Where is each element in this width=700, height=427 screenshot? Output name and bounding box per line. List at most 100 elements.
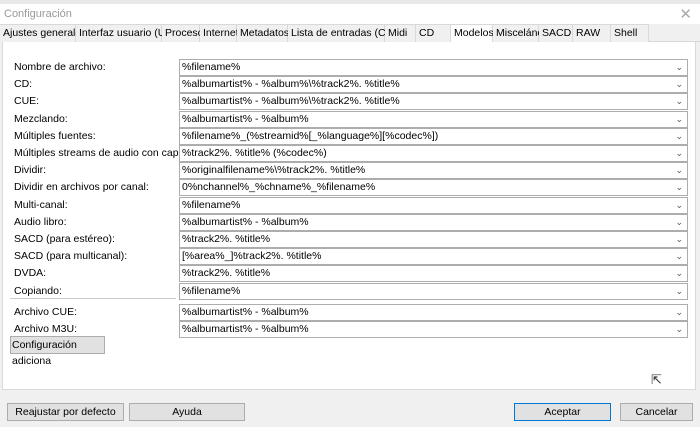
chevron-down-icon[interactable]: ⌄: [675, 284, 683, 299]
combo-value: [%area%_]%track2%. %title%: [182, 250, 322, 263]
template-combo[interactable]: %albumartist% - %album% ⌄: [179, 213, 688, 231]
template-combo[interactable]: %albumartist% - %album% ⌄: [179, 303, 688, 321]
combo-value: 0%nchannel%_%chname%_%filename%: [182, 181, 376, 194]
tab-raw[interactable]: RAW: [573, 24, 611, 42]
template-row: Archivo M3U: %albumartist% - %album% ⌄: [10, 321, 690, 338]
combo-value: %albumartist% - %album%: [182, 305, 309, 318]
template-combo[interactable]: %track2%. %title% ⌄: [179, 265, 688, 283]
close-icon[interactable]: ✕: [679, 5, 692, 23]
tab-interfaz-usuario-ui-[interactable]: Interfaz usuario (UI): [76, 24, 172, 42]
template-combo[interactable]: 0%nchannel%_%chname%_%filename% ⌄: [179, 179, 688, 197]
tab-shell[interactable]: Shell: [611, 24, 649, 42]
template-row: Audio libro: %albumartist% - %album% ⌄: [10, 213, 690, 231]
template-row: Múltiples streams de audio con capítulos…: [10, 145, 690, 162]
help-button[interactable]: Ayuda: [129, 403, 245, 421]
combo-value: %albumartist% - %album%: [182, 215, 309, 228]
reset-defaults-button[interactable]: Reajustar por defecto: [7, 403, 124, 421]
chevron-down-icon[interactable]: ⌄: [675, 77, 683, 92]
template-combo[interactable]: %filename%_(%streamid%[_%language%][%cod…: [179, 127, 688, 145]
chevron-down-icon[interactable]: ⌄: [675, 232, 683, 247]
title-bar: Configuración ✕: [0, 0, 700, 24]
field-label: CD:: [14, 78, 33, 91]
combo-value: %track2%. %title% (%codec%): [182, 147, 327, 159]
chevron-down-icon[interactable]: ⌄: [675, 266, 683, 281]
template-row: Copiando: %filename% ⌄: [10, 282, 690, 300]
tab-internet[interactable]: Internet: [200, 24, 239, 42]
template-combo[interactable]: %albumartist% - %album% ⌄: [179, 110, 688, 128]
tab-lista-de-entradas-cue-[interactable]: Lista de entradas (CUE): [288, 24, 404, 42]
field-label: SACD (para multicanal):: [14, 250, 128, 263]
combo-value: %originalfilename%\%track2%. %title%: [182, 164, 366, 177]
field-label: Multi-canal:: [14, 198, 68, 211]
cancel-button[interactable]: Cancelar: [620, 403, 693, 421]
template-row: DVDA: %track2%. %title% ⌄: [10, 265, 690, 283]
chevron-down-icon[interactable]: ⌄: [675, 249, 683, 264]
combo-value: %albumartist% - %album%\%track2%. %title…: [182, 95, 400, 108]
template-combo[interactable]: %albumartist% - %album% ⌄: [179, 321, 688, 338]
template-combo[interactable]: %albumartist% - %album%\%track2%. %title…: [179, 76, 688, 94]
tab-ajustes-generales[interactable]: Ajustes generales: [0, 24, 86, 42]
tab-cd[interactable]: CD: [416, 24, 451, 42]
tab-proceso[interactable]: Proceso: [162, 24, 204, 42]
combo-value: %albumartist% - %album%\%track2%. %title…: [182, 78, 400, 91]
combo-value: %albumartist% - %album%: [182, 323, 309, 335]
template-row: Dividir: %originalfilename%\%track2%. %ti…: [10, 162, 690, 180]
combo-value: %track2%. %title%: [182, 267, 271, 280]
tab-metadatos[interactable]: Metadatos: [237, 24, 289, 42]
template-combo[interactable]: %filename% ⌄: [179, 196, 688, 214]
tab-midi[interactable]: Midi: [385, 24, 416, 42]
combo-value: %filename%: [182, 198, 241, 211]
field-label: Archivo CUE:: [14, 305, 78, 318]
chevron-down-icon[interactable]: ⌄: [675, 180, 683, 195]
tab-modelos[interactable]: Modelos: [451, 24, 494, 43]
template-row: SACD (para estéreo): %track2%. %title% ⌄: [10, 231, 690, 248]
chevron-down-icon[interactable]: ⌄: [675, 215, 683, 230]
template-combo[interactable]: %track2%. %title% ⌄: [179, 231, 688, 248]
template-row: Mezclando: %albumartist% - %album% ⌄: [10, 110, 690, 128]
window-title: Configuración: [4, 8, 72, 20]
template-row: CD: %albumartist% - %album%\%track2%. %ti…: [10, 76, 690, 94]
combo-value: %track2%. %title%: [182, 233, 271, 245]
field-label: Mezclando:: [14, 112, 68, 125]
chevron-down-icon[interactable]: ⌄: [675, 60, 683, 75]
field-label: Copiando:: [14, 284, 62, 297]
field-label: Dividir en archivos por canal:: [14, 181, 149, 194]
additional-config-button[interactable]: Configuración adiciona: [10, 336, 105, 367]
template-row: CUE: %albumartist% - %album%\%track2%. %t…: [10, 93, 690, 111]
chevron-down-icon[interactable]: ⌄: [675, 146, 683, 161]
chevron-down-icon[interactable]: ⌄: [675, 129, 683, 144]
combo-value: %albumartist% - %album%: [182, 112, 309, 125]
template-combo[interactable]: %originalfilename%\%track2%. %title% ⌄: [179, 162, 688, 180]
chevron-down-icon[interactable]: ⌄: [675, 322, 683, 337]
combo-value: %filename%_(%streamid%[_%language%][%cod…: [182, 129, 439, 142]
tab-miscelánea[interactable]: Miscelánea: [493, 24, 549, 42]
chevron-down-icon[interactable]: ⌄: [675, 305, 683, 320]
field-label: DVDA:: [14, 267, 47, 280]
combo-value: %filename%: [182, 61, 241, 73]
tab-bar: Ajustes generales Interfaz usuario (UI) Pr…: [0, 24, 700, 43]
template-combo[interactable]: [%area%_]%track2%. %title% ⌄: [179, 248, 688, 266]
template-combo[interactable]: %track2%. %title% (%codec%) ⌄: [179, 145, 688, 162]
field-label: Audio libro:: [14, 215, 67, 228]
field-label: CUE:: [14, 95, 40, 108]
chevron-down-icon[interactable]: ⌄: [675, 94, 683, 109]
field-label: Múltiples fuentes:: [14, 129, 96, 142]
template-combo[interactable]: %filename% ⌄: [179, 282, 688, 300]
template-row: Archivo CUE: %albumartist% - %album% ⌄: [10, 303, 690, 321]
template-combo[interactable]: %filename% ⌄: [179, 59, 688, 76]
mouse-cursor-icon: ⇱: [651, 372, 662, 387]
chevron-down-icon[interactable]: ⌄: [675, 112, 683, 127]
template-row: Multi-canal: %filename% ⌄: [10, 196, 690, 214]
templates-panel: Configuración adiciona Nombre de archivo…: [2, 42, 696, 390]
field-label: Dividir:: [14, 164, 47, 177]
combo-value: %filename%: [182, 284, 241, 297]
tab-sacd[interactable]: SACD: [539, 24, 573, 42]
field-label: SACD (para estéreo):: [14, 233, 115, 245]
chevron-down-icon[interactable]: ⌄: [675, 163, 683, 178]
field-label: Nombre de archivo:: [14, 61, 106, 73]
template-row: Dividir en archivos por canal: 0%nchannel…: [10, 179, 690, 197]
template-combo[interactable]: %albumartist% - %album%\%track2%. %title…: [179, 93, 688, 111]
ok-button[interactable]: Aceptar: [514, 403, 611, 421]
chevron-down-icon[interactable]: ⌄: [675, 198, 683, 213]
template-row: Múltiples fuentes: %filename%_(%streamid%…: [10, 127, 690, 145]
